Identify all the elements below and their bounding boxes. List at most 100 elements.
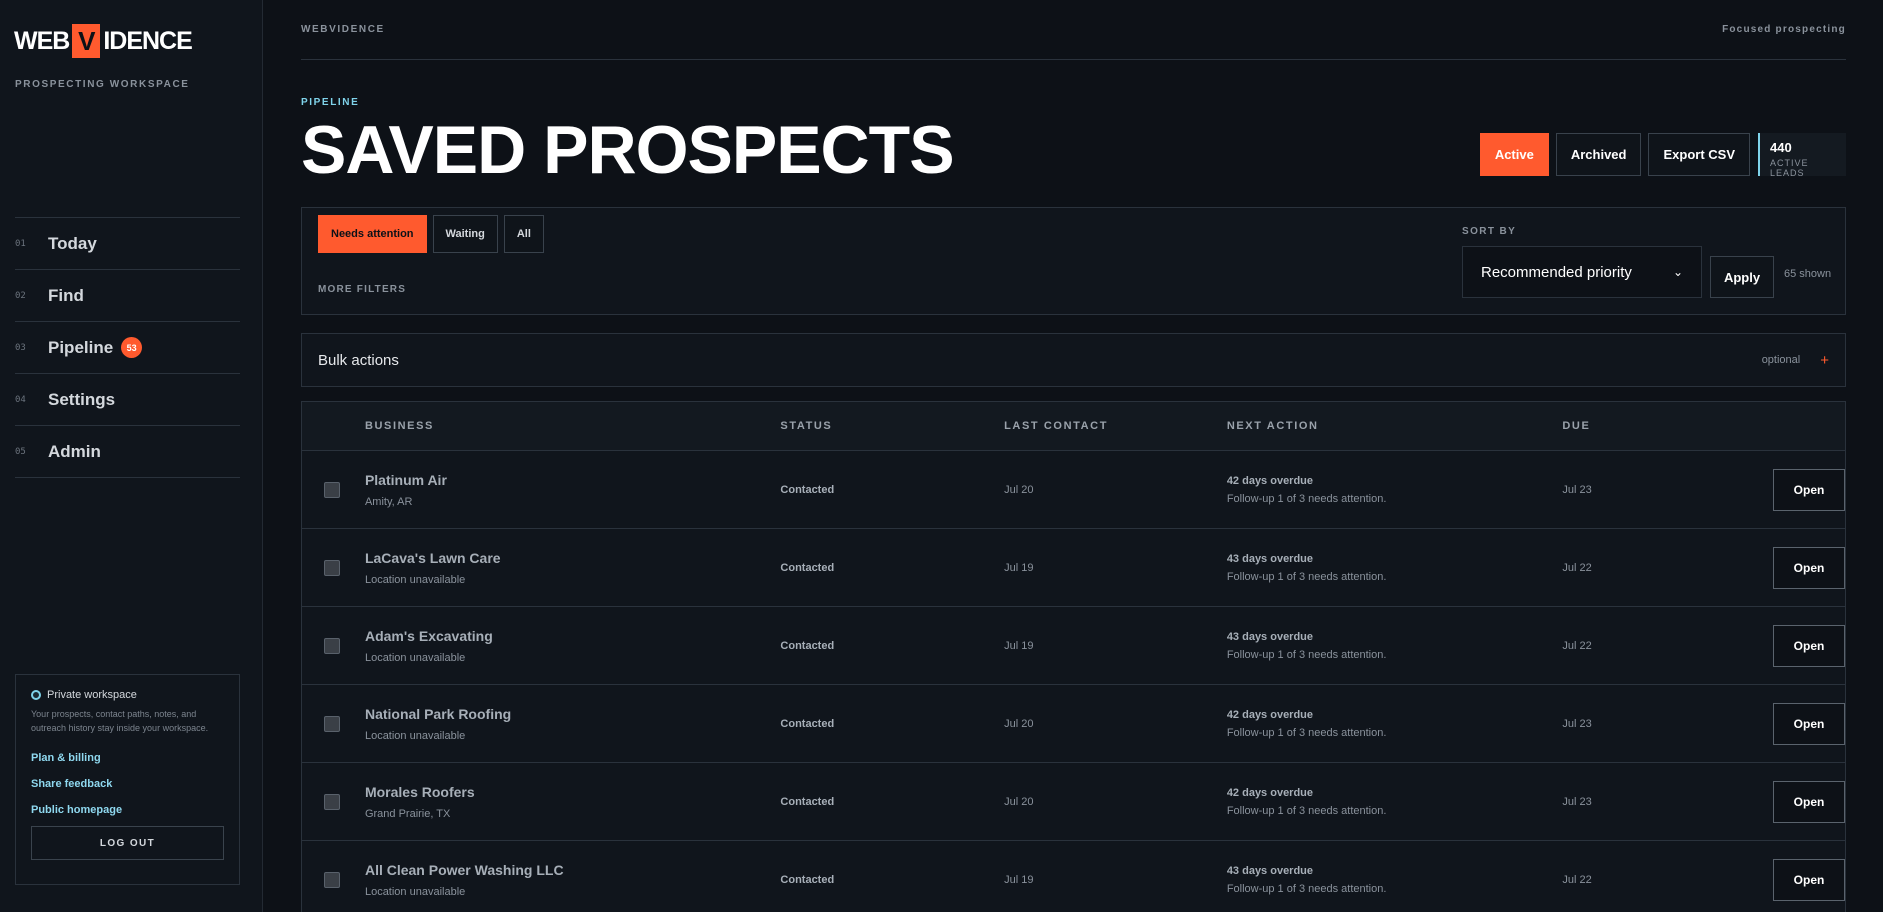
- nav-label: Find: [48, 285, 84, 305]
- open-button[interactable]: Open: [1773, 624, 1845, 667]
- sort-select[interactable]: Recommended priority ⌄: [1462, 246, 1702, 298]
- next-action-title: 42 days overdue: [1226, 786, 1314, 799]
- status-cell: Contacted: [780, 717, 835, 730]
- last-contact-cell: Jul 20: [1004, 483, 1034, 496]
- nav-number: 03: [15, 342, 26, 353]
- nav-item-today[interactable]: 01 Today: [15, 218, 240, 270]
- table-row: National Park Roofing Location unavailab…: [302, 685, 1845, 763]
- page-kicker: PIPELINE: [301, 97, 360, 108]
- nav-label: Admin: [48, 441, 101, 461]
- action-cell: Open: [1742, 624, 1845, 667]
- filter-needs-attention[interactable]: Needs attention: [318, 215, 427, 253]
- table-row: All Clean Power Washing LLC Location una…: [302, 841, 1845, 912]
- column-next-action: NEXT ACTION: [1226, 420, 1319, 432]
- business-location: Location unavailable: [364, 573, 466, 586]
- row-checkbox[interactable]: [324, 871, 340, 888]
- privacy-title-text: Private workspace: [47, 689, 137, 701]
- open-button[interactable]: Open: [1773, 702, 1845, 745]
- filter-all[interactable]: All: [503, 215, 544, 253]
- main-nav: 01 Today 02 Find 03 Pipeline 53 04 Setti…: [15, 217, 240, 478]
- nav-number: 04: [15, 394, 26, 405]
- topbar-brand: WEBVIDENCE: [301, 24, 385, 35]
- business-name[interactable]: LaCava's Lawn Care: [365, 550, 780, 566]
- status-cell: Contacted: [780, 639, 835, 652]
- row-check-cell: [302, 871, 365, 888]
- row-checkbox[interactable]: [324, 793, 340, 810]
- action-cell: Open: [1742, 546, 1845, 589]
- business-name[interactable]: Platinum Air: [365, 472, 780, 488]
- next-action-detail: Follow-up 1 of 3 needs attention.: [1226, 492, 1387, 505]
- due-cell: Jul 22: [1562, 561, 1592, 574]
- nav-label: Today: [48, 233, 97, 253]
- expand-plus-icon[interactable]: +: [1820, 352, 1829, 369]
- business-name[interactable]: National Park Roofing: [365, 706, 780, 722]
- business-cell: Platinum Air Amity, AR: [365, 472, 780, 508]
- column-last-contact: LAST CONTACT: [1004, 420, 1109, 432]
- action-cell: Open: [1742, 468, 1845, 511]
- share-feedback-link[interactable]: Share feedback: [31, 778, 224, 790]
- plan-billing-link[interactable]: Plan & billing: [31, 752, 224, 764]
- page-title: SAVED PROSPECTS: [301, 112, 955, 188]
- business-name[interactable]: Adam's Excavating: [365, 628, 780, 644]
- pipeline-count-badge: 53: [121, 337, 143, 358]
- next-action-detail: Follow-up 1 of 3 needs attention.: [1226, 648, 1387, 661]
- status-cell: Contacted: [780, 795, 835, 808]
- nav-item-settings[interactable]: 04 Settings: [15, 374, 240, 426]
- active-view-button[interactable]: Active: [1479, 133, 1549, 176]
- view-actions: Active Archived Export CSV 440 ACTIVE LE…: [1473, 133, 1846, 178]
- apply-sort-button[interactable]: Apply: [1710, 256, 1774, 298]
- topbar: WEBVIDENCE Focused prospecting: [301, 0, 1846, 60]
- open-button[interactable]: Open: [1773, 468, 1845, 511]
- column-due: DUE: [1562, 420, 1591, 432]
- main-content: WEBVIDENCE Focused prospecting PIPELINE …: [301, 0, 1846, 912]
- due-cell: Jul 22: [1562, 639, 1592, 652]
- action-cell: Open: [1742, 858, 1845, 901]
- nav-item-find[interactable]: 02 Find: [15, 270, 240, 322]
- business-location: Amity, AR: [364, 495, 413, 508]
- bulk-actions-bar[interactable]: Bulk actions optional +: [301, 333, 1846, 387]
- open-button[interactable]: Open: [1773, 546, 1845, 589]
- nav-number: 02: [15, 290, 26, 301]
- next-action-cell: 43 days overdue Follow-up 1 of 3 needs a…: [1227, 553, 1563, 583]
- topbar-tagline: Focused prospecting: [1722, 24, 1846, 35]
- sort-value: Recommended priority: [1481, 263, 1632, 281]
- next-action-cell: 42 days overdue Follow-up 1 of 3 needs a…: [1227, 475, 1563, 505]
- row-checkbox[interactable]: [324, 481, 340, 498]
- more-filters-toggle[interactable]: MORE FILTERS: [318, 284, 406, 295]
- business-name[interactable]: Morales Roofers: [365, 784, 780, 800]
- next-action-title: 43 days overdue: [1226, 630, 1314, 643]
- nav-item-pipeline[interactable]: 03 Pipeline 53: [15, 322, 240, 374]
- next-action-title: 42 days overdue: [1226, 474, 1314, 487]
- row-check-cell: [302, 793, 365, 810]
- filter-waiting[interactable]: Waiting: [432, 215, 498, 253]
- next-action-title: 43 days overdue: [1226, 864, 1314, 877]
- row-checkbox[interactable]: [324, 559, 340, 576]
- logo-text-right: IDENCE: [103, 26, 192, 55]
- sidebar: WEB V IDENCE PROSPECTING WORKSPACE 01 Toda…: [0, 0, 263, 912]
- nav-item-admin[interactable]: 05 Admin: [15, 426, 240, 478]
- business-name[interactable]: All Clean Power Washing LLC: [365, 862, 780, 878]
- active-leads-label: ACTIVE LEADS: [1770, 158, 1809, 178]
- status-cell: Contacted: [780, 483, 835, 496]
- privacy-title: Private workspace: [31, 689, 224, 701]
- logout-button[interactable]: LOG OUT: [31, 826, 224, 860]
- archived-view-button[interactable]: Archived: [1555, 133, 1642, 176]
- nav-label: Settings: [48, 389, 116, 409]
- logo[interactable]: WEB V IDENCE: [14, 24, 193, 58]
- bulk-optional-label: optional: [1761, 354, 1801, 366]
- open-button[interactable]: Open: [1773, 780, 1845, 823]
- public-homepage-link[interactable]: Public homepage: [31, 804, 224, 816]
- next-action-title: 42 days overdue: [1226, 708, 1314, 721]
- table-row: LaCava's Lawn Care Location unavailable …: [302, 529, 1845, 607]
- open-button[interactable]: Open: [1773, 858, 1845, 901]
- row-checkbox[interactable]: [324, 715, 340, 732]
- export-csv-button[interactable]: Export CSV: [1648, 133, 1750, 176]
- row-checkbox[interactable]: [324, 637, 340, 654]
- logo-text-left: WEB: [14, 26, 70, 55]
- business-cell: Morales Roofers Grand Prairie, TX: [365, 784, 780, 820]
- next-action-detail: Follow-up 1 of 3 needs attention.: [1226, 726, 1387, 739]
- last-contact-cell: Jul 19: [1004, 873, 1034, 886]
- last-contact-cell: Jul 19: [1004, 639, 1034, 652]
- row-check-cell: [302, 637, 365, 654]
- business-cell: LaCava's Lawn Care Location unavailable: [365, 550, 780, 586]
